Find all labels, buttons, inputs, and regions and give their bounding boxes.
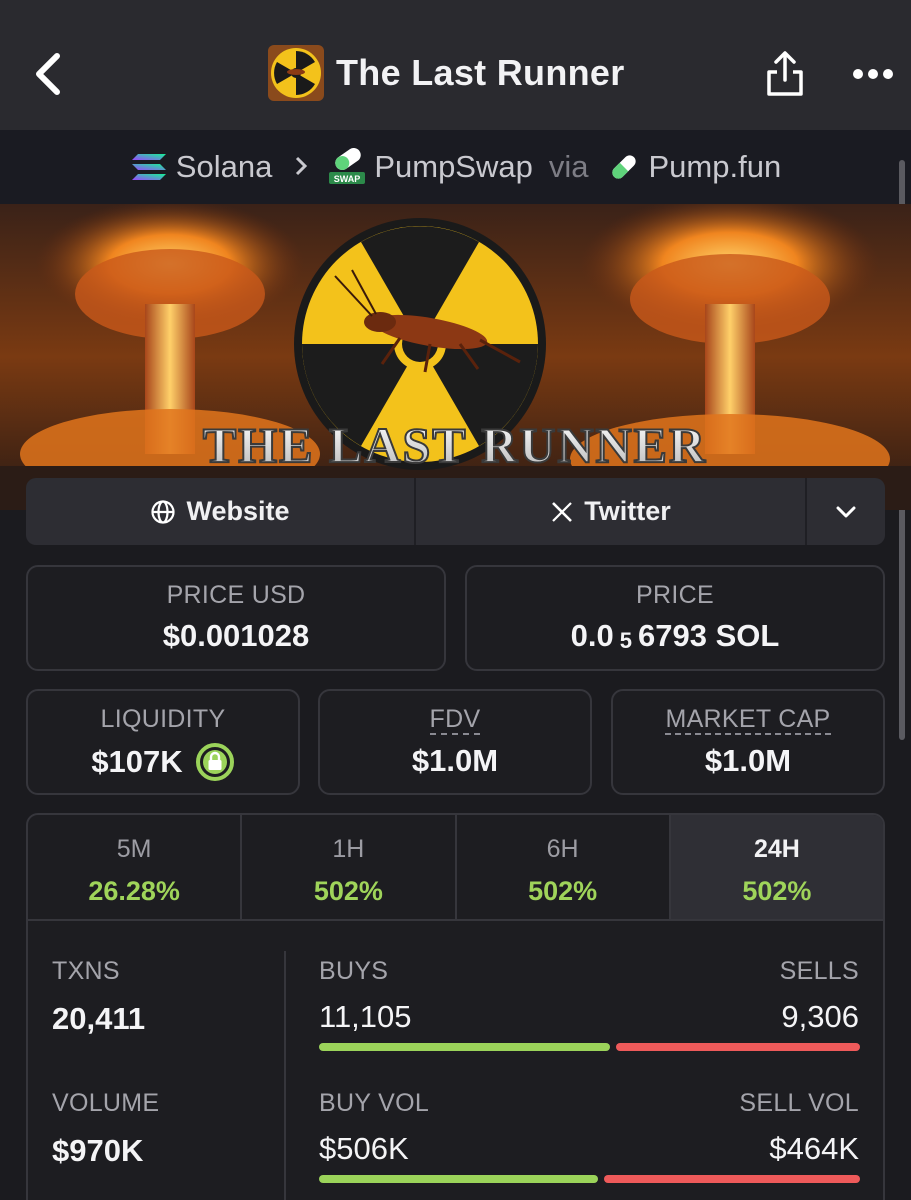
website-label: Website xyxy=(186,496,290,526)
breadcrumb-chain[interactable]: Solana xyxy=(130,149,273,185)
price-usd-card: PRICE USD $0.001028 xyxy=(26,565,446,671)
sells-bar xyxy=(616,1043,860,1051)
buys-bar xyxy=(319,1043,610,1051)
fdv-label[interactable]: FDV xyxy=(429,705,481,735)
breadcrumb-dex[interactable]: SWAP PumpSwap xyxy=(328,148,533,186)
share-button[interactable] xyxy=(758,44,812,104)
market-cap-label[interactable]: MARKET CAP xyxy=(665,705,831,735)
chevron-down-icon xyxy=(836,506,856,517)
tab-label: 5M xyxy=(116,835,152,863)
more-links-button[interactable] xyxy=(807,478,885,545)
tab-label: 1H xyxy=(332,835,365,863)
dex-label: PumpSwap xyxy=(374,149,533,184)
liquidity-card: LIQUIDITY $107K xyxy=(26,689,300,795)
twitter-button[interactable]: Twitter xyxy=(416,478,807,545)
buy-vol-bar xyxy=(319,1175,598,1183)
fdv-card: FDV $1.0M xyxy=(318,689,592,795)
market-cap-card: MARKET CAP $1.0M xyxy=(611,689,885,795)
buys-label: BUYS xyxy=(319,957,389,985)
tab-change: 502% xyxy=(528,876,598,906)
breadcrumb-launchpad[interactable]: Pump.fun xyxy=(607,149,782,185)
chevron-right-icon xyxy=(294,149,308,185)
market-cap-label-wrap: MARKET CAP xyxy=(613,705,883,735)
token-banner: THE LAST RUNNER xyxy=(0,204,911,510)
fdv-label-wrap: FDV xyxy=(320,705,590,735)
more-options-button[interactable] xyxy=(846,52,900,96)
market-cap-value: $1.0M xyxy=(704,743,792,778)
globe-icon xyxy=(150,499,176,525)
tab-1h[interactable]: 1H 502% xyxy=(242,815,457,919)
timeframe-tabs: 5M 26.28% 1H 502% 6H 502% 24H 502% xyxy=(26,813,885,921)
pill-icon xyxy=(607,150,641,184)
chevron-left-icon xyxy=(36,53,60,95)
social-links: Website Twitter xyxy=(26,478,885,545)
tab-5m[interactable]: 5M 26.28% xyxy=(28,815,243,919)
panel-divider xyxy=(284,951,286,1200)
sells-value: 9,306 xyxy=(781,999,859,1034)
tab-label: 24H xyxy=(753,835,800,863)
price-zero-count: 5 xyxy=(619,628,633,653)
sell-vol-label: SELL VOL xyxy=(739,1089,859,1117)
token-logo xyxy=(268,45,324,101)
solana-icon xyxy=(130,152,168,182)
token-header: The Last Runner xyxy=(268,44,625,102)
volume-label: VOLUME xyxy=(52,1089,160,1117)
price-usd-label: PRICE USD xyxy=(166,581,306,609)
txns-value: 20,411 xyxy=(52,1001,146,1036)
ellipsis-icon xyxy=(853,69,893,79)
buy-vol-label: BUY VOL xyxy=(319,1089,430,1117)
tab-24h[interactable]: 24H 502% xyxy=(670,815,883,919)
banner-title: THE LAST RUNNER xyxy=(203,417,707,473)
share-icon xyxy=(767,51,803,96)
liquidity-value: $107K xyxy=(91,744,183,779)
via-label: via xyxy=(548,149,589,184)
page-title: The Last Runner xyxy=(336,52,625,93)
x-logo-icon xyxy=(550,500,574,524)
lock-icon[interactable] xyxy=(195,742,235,782)
price-suffix: 6793 SOL xyxy=(638,618,780,653)
pumpswap-icon: SWAP xyxy=(328,148,366,186)
twitter-label: Twitter xyxy=(584,496,671,526)
launchpad-label: Pump.fun xyxy=(648,149,782,184)
liquidity-label: LIQUIDITY xyxy=(100,705,226,733)
tab-label: 6H xyxy=(546,835,579,863)
price-native-value: 0.0 5 6793 SOL xyxy=(467,618,883,654)
price-usd-value: $0.001028 xyxy=(162,618,310,653)
website-button[interactable]: Website xyxy=(26,478,416,545)
buy-vol-value: $506K xyxy=(319,1131,409,1166)
sell-vol-bar xyxy=(604,1175,860,1183)
top-bar: The Last Runner xyxy=(0,0,911,130)
fdv-value: $1.0M xyxy=(411,743,499,778)
chain-label: Solana xyxy=(175,149,273,184)
breadcrumb: Solana SWAP PumpSwap via Pump.fun xyxy=(0,130,911,204)
price-prefix: 0.0 xyxy=(570,618,614,653)
tab-change: 502% xyxy=(313,876,383,906)
back-button[interactable] xyxy=(22,44,74,104)
price-native-card: PRICE 0.0 5 6793 SOL xyxy=(465,565,885,671)
sell-vol-value: $464K xyxy=(769,1131,859,1166)
sells-label: SELLS xyxy=(779,957,859,985)
liquidity-value-row: $107K xyxy=(28,742,298,782)
tab-6h[interactable]: 6H 502% xyxy=(457,815,671,919)
price-label: PRICE xyxy=(636,581,714,609)
buys-value: 11,105 xyxy=(319,999,412,1034)
txns-label: TXNS xyxy=(52,957,120,985)
tab-change: 26.28% xyxy=(88,876,180,906)
transactions-panel: TXNS 20,411 BUYS 11,105 SELLS 9,306 VOLU… xyxy=(26,921,885,1200)
svg-text:SWAP: SWAP xyxy=(334,174,361,184)
tab-change: 502% xyxy=(742,876,812,906)
volume-value: $970K xyxy=(52,1133,144,1168)
